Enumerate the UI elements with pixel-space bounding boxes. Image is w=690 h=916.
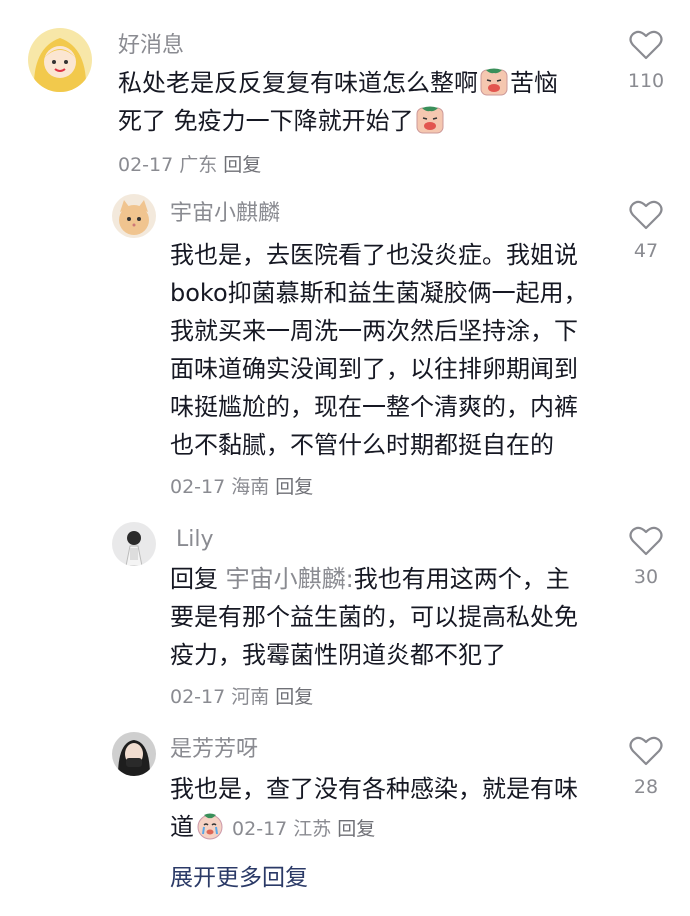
comment-meta: 02-17 河南 回复 (170, 684, 319, 710)
comment-text-line: 要是有那个益生菌的，可以提高私处免 (170, 603, 578, 631)
reply-button[interactable]: 回复 (275, 476, 313, 498)
heart-outline-icon (629, 736, 663, 766)
comment-text-line: 私处老是反反复复有味道怎么整啊 (118, 69, 478, 97)
comment-meta: 02-17 江苏 回复 (226, 818, 381, 840)
comment-text-line: 味挺尴尬的，现在一整个清爽的，内裤 (170, 393, 578, 421)
distressed-face-emoji-icon (480, 68, 508, 96)
like-count: 110 (627, 70, 665, 92)
comment-username[interactable]: 好消息 (118, 32, 184, 60)
comment-location: 广东 (179, 154, 218, 176)
like-count: 28 (633, 776, 659, 798)
comment-date: 02-17 (170, 476, 226, 498)
reply-button[interactable]: 回复 (223, 154, 261, 176)
expand-more-replies-button[interactable]: 展开更多回复 (170, 858, 308, 892)
reply-prefix: 回复 (170, 565, 218, 593)
comment-text-line: 道 (170, 813, 194, 841)
comment-username[interactable]: 宇宙小麒麟 (170, 200, 280, 228)
comment-meta: 02-17 广东 回复 (118, 152, 267, 178)
comment-date: 02-17 (170, 686, 226, 708)
comment-date: 02-17 (118, 154, 174, 176)
heart-outline-icon (629, 200, 663, 230)
avatar[interactable] (28, 28, 92, 92)
comment-text-line: 面味道确实没闻到了，以往排卵期闻到 (170, 355, 578, 383)
like-count: 30 (633, 566, 659, 588)
heart-outline-icon (629, 526, 663, 556)
comment-date: 02-17 (232, 818, 288, 840)
comment-meta: 02-17 海南 回复 (170, 474, 319, 500)
distressed-face-emoji-icon (416, 106, 444, 134)
crying-face-emoji-icon (196, 812, 224, 840)
like-button[interactable]: 30 (616, 526, 676, 588)
like-button[interactable]: 28 (616, 736, 676, 798)
comment-location: 海南 (231, 476, 270, 498)
comment-location: 河南 (231, 686, 270, 708)
comment-username[interactable]: Lily (176, 526, 214, 554)
comment-text-line: 疫力，我霉菌性阴道炎都不犯了 (170, 641, 506, 669)
comment-text-line: 苦恼 (510, 69, 558, 97)
comment-text: 我也是，查了没有各种感染，就是有味 道 02-17 江苏 回复 (170, 770, 578, 846)
reply-button[interactable]: 回复 (275, 686, 313, 708)
like-button[interactable]: 47 (616, 200, 676, 262)
comment-text-line: 死了 免疫力一下降就开始了 (118, 107, 414, 135)
comment-text-line: boko抑菌慕斯和益生菌凝胶俩一起用， (170, 279, 588, 307)
avatar[interactable] (112, 522, 156, 566)
like-button[interactable]: 110 (616, 30, 676, 92)
reply-button[interactable]: 回复 (337, 818, 375, 840)
comment-text-line: 也不黏腻，不管什么时期都挺自在的 (170, 431, 554, 459)
comment-text-line: 我也有用这两个，主 (353, 565, 570, 593)
comment-text-line: 我就买来一周洗一两次然后坚持涂，下 (170, 317, 578, 345)
comment-text-line: 我也是，查了没有各种感染，就是有味 (170, 775, 578, 803)
avatar[interactable] (112, 194, 156, 238)
comment-text-line: 我也是，去医院看了也没炎症。我姐说 (170, 241, 578, 269)
comment-location: 江苏 (293, 818, 332, 840)
comment-text: 回复 宇宙小麒麟:我也有用这两个，主 要是有那个益生菌的，可以提高私处免 疫力，… (170, 560, 578, 674)
like-count: 47 (633, 240, 659, 262)
comment-text: 我也是，去医院看了也没炎症。我姐说 boko抑菌慕斯和益生菌凝胶俩一起用， 我就… (170, 236, 588, 464)
avatar[interactable] (112, 732, 156, 776)
reply-target-username[interactable]: 宇宙小麒麟: (226, 565, 354, 593)
heart-outline-icon (629, 30, 663, 60)
comment-text: 私处老是反反复复有味道怎么整啊 苦恼 死了 免疫力一下降就开始了 (118, 64, 558, 140)
comment-username[interactable]: 是芳芳呀 (170, 736, 258, 764)
